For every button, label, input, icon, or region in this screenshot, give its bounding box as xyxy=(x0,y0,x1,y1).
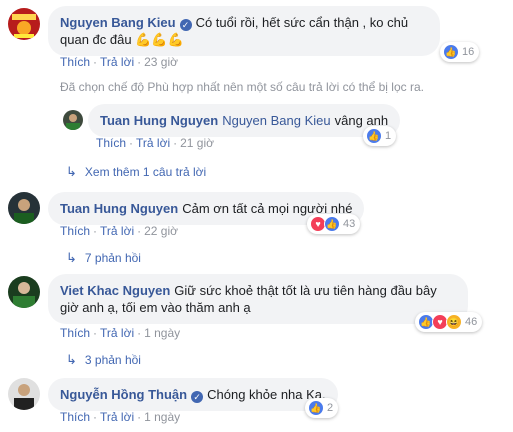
view-replies[interactable]: ↳ 7 phản hồi xyxy=(66,250,141,266)
like-button[interactable]: Thích xyxy=(96,136,126,150)
reaction-summary[interactable]: 👍 1 xyxy=(363,126,397,146)
comment-bubble: Viet Khac Nguyen Giữ sức khoẻ thật tốt là… xyxy=(48,274,468,324)
reply-button[interactable]: Trả lời xyxy=(100,410,134,424)
reaction-summary[interactable]: ♥ 👍 43 xyxy=(307,214,361,234)
timestamp[interactable]: 23 giờ xyxy=(144,55,178,69)
avatar[interactable] xyxy=(8,276,40,308)
reaction-count: 1 xyxy=(385,130,392,142)
comment-author[interactable]: Nguyễn Hồng Thuận xyxy=(60,387,187,402)
comment-actions: Thích · Trả lời · 23 giờ xyxy=(60,55,178,69)
avatar-image xyxy=(8,192,40,224)
avatar[interactable] xyxy=(8,8,40,40)
reaction-summary[interactable]: 👍 16 xyxy=(440,42,480,62)
reaction-summary[interactable]: 👍 2 xyxy=(305,398,339,418)
flexed-biceps-emoji-icon: 💪💪💪 xyxy=(135,32,184,47)
avatar[interactable] xyxy=(8,378,40,410)
avatar[interactable] xyxy=(63,110,83,130)
verified-badge-icon: ✓ xyxy=(191,391,204,403)
reply-author[interactable]: Tuan Hung Nguyen xyxy=(100,113,218,128)
reaction-count: 46 xyxy=(465,316,478,328)
avatar[interactable] xyxy=(8,192,40,224)
avatar-image xyxy=(63,110,83,130)
view-more-label: Xem thêm 1 câu trả lời xyxy=(84,165,207,179)
like-button[interactable]: Thích xyxy=(60,410,90,424)
reaction-count: 43 xyxy=(343,218,356,230)
reply-button[interactable]: Trả lời xyxy=(100,224,134,238)
reply-mention[interactable]: Nguyen Bang Kieu xyxy=(222,113,330,128)
comment-actions: Thích · Trả lời · 1 ngày xyxy=(60,410,181,424)
comment-author[interactable]: Viet Khac Nguyen xyxy=(60,283,170,298)
reply-arrow-icon: ↳ xyxy=(66,250,77,265)
timestamp[interactable]: 21 giờ xyxy=(180,136,214,150)
reply-button[interactable]: Trả lời xyxy=(100,326,134,340)
reply-button[interactable]: Trả lời xyxy=(100,55,134,69)
reaction-count: 2 xyxy=(327,402,334,414)
comment-author[interactable]: Nguyen Bang Kieu xyxy=(60,15,176,30)
comment-actions: Thích · Trả lời · 1 ngày xyxy=(60,326,181,340)
like-icon: 👍 xyxy=(324,216,340,232)
reply-actions: Thích · Trả lời · 21 giờ xyxy=(96,136,214,150)
timestamp[interactable]: 1 ngày xyxy=(144,326,180,340)
reaction-count: 16 xyxy=(462,46,475,58)
avatar-image xyxy=(8,276,40,308)
comment-actions: Thích · Trả lời · 22 giờ xyxy=(60,224,178,238)
timestamp[interactable]: 1 ngày xyxy=(144,410,180,424)
like-button[interactable]: Thích xyxy=(60,326,90,340)
reaction-summary[interactable]: 👍 ♥ 😆 46 xyxy=(415,312,483,332)
verified-badge-icon: ✓ xyxy=(179,19,192,31)
like-icon: 👍 xyxy=(308,400,324,416)
avatar-image xyxy=(8,8,40,40)
filter-notice: Đã chọn chế độ Phù hợp nhất nên một số c… xyxy=(60,80,424,94)
view-replies-label: 3 phản hồi xyxy=(84,353,141,367)
comment-author[interactable]: Tuan Hung Nguyen xyxy=(60,201,178,216)
comment-bubble: Nguyễn Hồng Thuận ✓ Chóng khỏe nha Ka. xyxy=(48,378,338,411)
reply-bubble: Tuan Hung Nguyen Nguyen Bang Kieu vâng anh xyxy=(88,104,401,137)
like-icon: 👍 xyxy=(366,128,382,144)
like-button[interactable]: Thích xyxy=(60,55,90,69)
reply-arrow-icon: ↳ xyxy=(66,352,77,367)
like-icon: 👍 xyxy=(443,44,459,60)
timestamp[interactable]: 22 giờ xyxy=(144,224,178,238)
comment-bubble: Nguyen Bang Kieu ✓ Có tuổi rồi, hết sức cẩ… xyxy=(48,6,440,56)
reply-button[interactable]: Trả lời xyxy=(136,136,170,150)
view-more-replies[interactable]: ↳ Xem thêm 1 câu trả lời xyxy=(66,164,206,180)
view-replies-label: 7 phản hồi xyxy=(84,251,141,265)
avatar-image xyxy=(8,378,40,410)
haha-icon: 😆 xyxy=(446,314,462,330)
like-button[interactable]: Thích xyxy=(60,224,90,238)
view-replies[interactable]: ↳ 3 phản hồi xyxy=(66,352,141,368)
reply-arrow-icon: ↳ xyxy=(66,164,77,179)
